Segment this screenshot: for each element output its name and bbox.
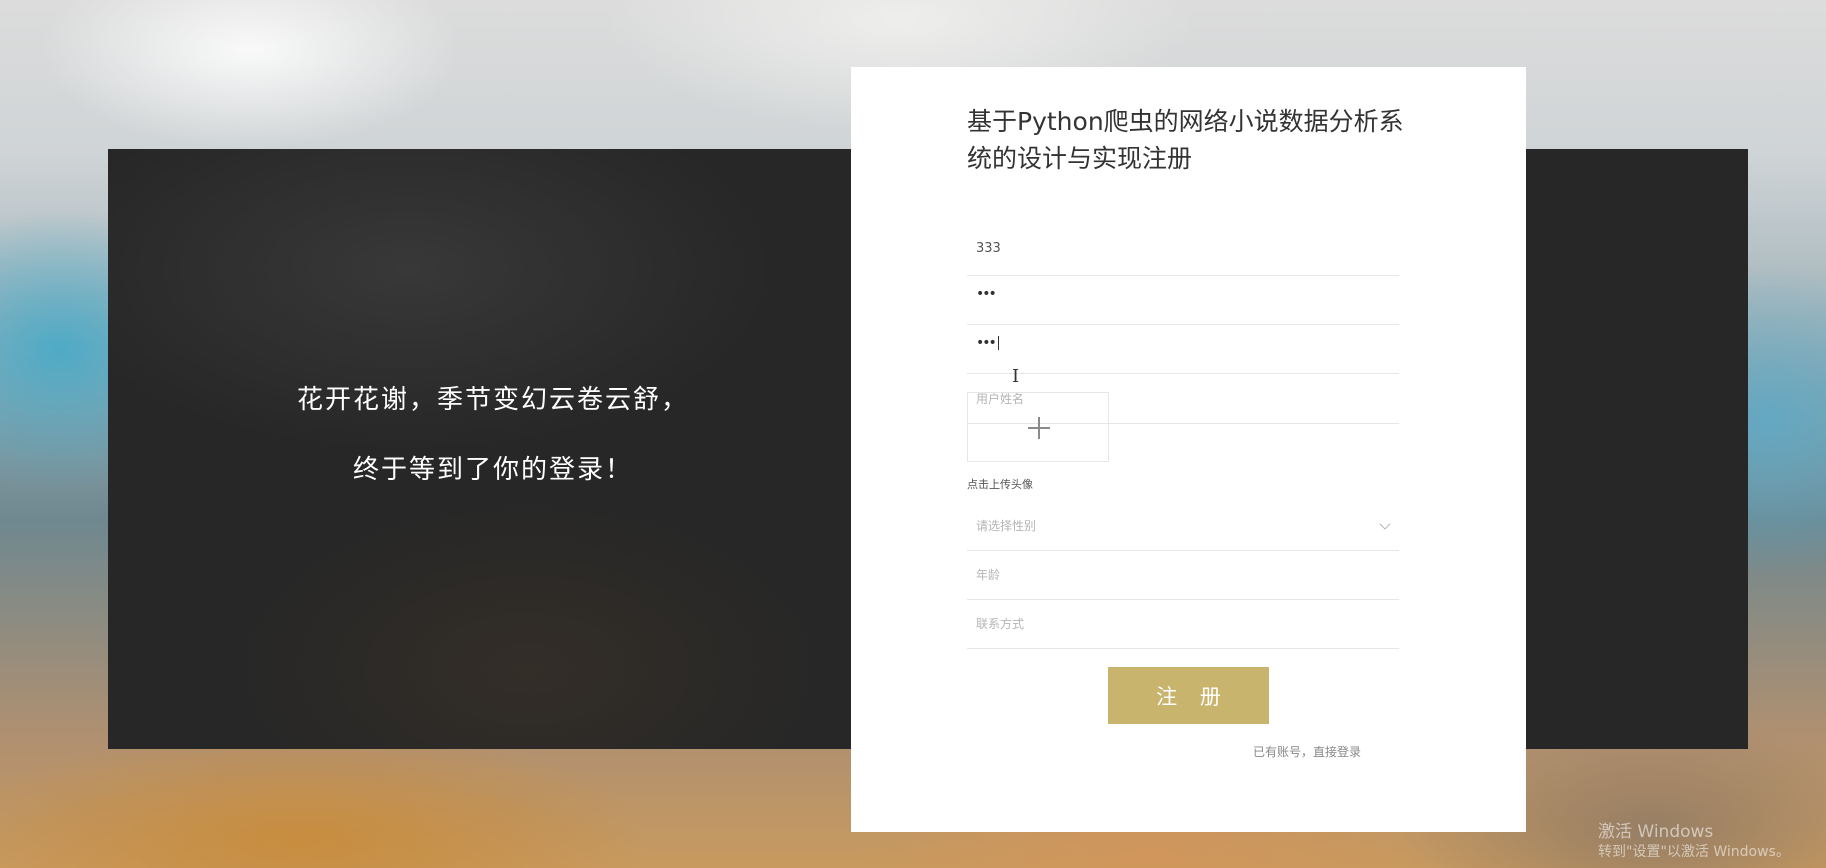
- age-field[interactable]: 年龄: [967, 551, 1399, 600]
- age-placeholder: 年龄: [976, 568, 1001, 582]
- gender-select[interactable]: 请选择性别: [967, 502, 1399, 551]
- password-field[interactable]: •••: [967, 276, 1399, 325]
- page-title: 基于Python爬虫的网络小说数据分析系统的设计与实现注册: [967, 107, 1404, 173]
- watermark-line-1: 激活 Windows: [1598, 822, 1714, 842]
- confirm-password-dots: •••: [976, 335, 997, 351]
- plus-icon-vertical: [1038, 417, 1040, 439]
- confirm-password-field[interactable]: •••: [967, 325, 1399, 374]
- username-field[interactable]: 333: [967, 227, 1399, 276]
- username-value: 333: [976, 241, 1001, 256]
- text-caret: [997, 336, 999, 350]
- password-value: •••: [976, 286, 997, 302]
- contact-placeholder: 联系方式: [976, 617, 1025, 631]
- login-link[interactable]: 已有账号，直接登录: [1253, 743, 1361, 760]
- register-card: 基于Python爬虫的网络小说数据分析系统的设计与实现注册 333 ••• ••…: [851, 67, 1526, 832]
- confirm-password-value: •••: [976, 335, 999, 351]
- contact-field[interactable]: 联系方式: [967, 600, 1399, 649]
- avatar-upload-button[interactable]: [967, 392, 1109, 462]
- windows-activation-watermark: 激活 Windows 转到"设置"以激活 Windows。: [1598, 822, 1790, 862]
- slogan-line-1: 花开花谢，季节变幻云卷云舒，: [296, 385, 689, 415]
- chevron-down-icon: [1379, 518, 1391, 530]
- watermark-line-2: 转到"设置"以激活 Windows。: [1598, 844, 1790, 860]
- slogan: 花开花谢，季节变幻云卷云舒， 终于等到了你的登录！: [108, 380, 878, 490]
- text-cursor-icon: I: [1012, 366, 1020, 387]
- upload-hint: 点击上传头像: [967, 478, 1033, 491]
- register-button[interactable]: 注 册: [1108, 667, 1269, 724]
- slogan-line-2: 终于等到了你的登录！: [352, 455, 633, 485]
- gender-placeholder: 请选择性别: [976, 519, 1037, 533]
